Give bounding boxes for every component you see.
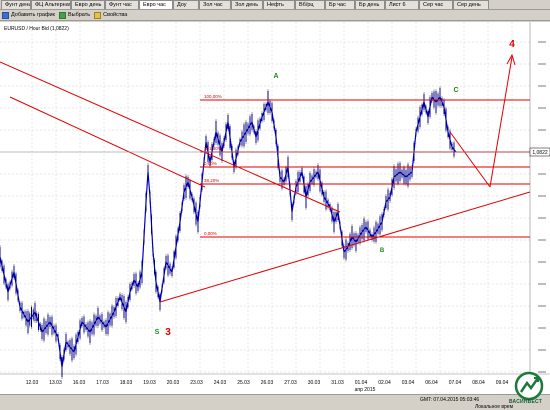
x-tick-label: 12.03 — [26, 380, 39, 386]
x-tick-label: 08.04 — [472, 380, 485, 386]
tab-6[interactable]: Доу — [173, 0, 199, 9]
properties-icon — [94, 11, 102, 19]
x-tick-label: 06.04 — [425, 380, 438, 386]
x-tick-label: 20.03 — [167, 380, 180, 386]
tab-9[interactable]: Нефть — [263, 0, 295, 9]
x-tick-label: 13.03 — [49, 380, 62, 386]
price-chart[interactable]: 12.03 13.03 16.03 17.03 18.03 19.03 20.03 23.03… — [0, 22, 550, 394]
properties-button[interactable]: Свойства — [94, 11, 127, 19]
fib-level-label: 0,00% — [204, 161, 217, 166]
x-tick-label: 31.03 — [331, 380, 344, 386]
fib-level-label: 100,00% — [204, 94, 222, 99]
x-tick-label: 17.03 — [96, 380, 109, 386]
x-tick-label: 16.03 — [73, 380, 86, 386]
tab-12[interactable]: Бр день — [355, 0, 385, 9]
x-tick-label: 27.03 — [284, 380, 297, 386]
wave-label: A — [273, 73, 278, 80]
x-tick-label: 23.03 — [190, 380, 203, 386]
gmt-time: GMT: 07.04.2015 05:03:46 — [420, 397, 480, 403]
logo-text: ВАСИНВЕСТ — [509, 399, 542, 405]
x-tick-label: 09.04 — [496, 380, 509, 386]
x-tick-label: 26.03 — [261, 380, 274, 386]
tab-2[interactable]: ФЦ Альтернатива — [31, 0, 71, 9]
select-button[interactable]: Выбрать — [58, 11, 90, 19]
tab-1[interactable]: Фунт день — [1, 0, 31, 9]
select-icon — [58, 11, 66, 19]
tab-8[interactable]: Зол день — [231, 0, 263, 9]
x-axis-sublabel: апр 2015 — [355, 387, 376, 393]
x-tick-label: 24.03 — [214, 380, 227, 386]
tab-7[interactable]: Зол час — [199, 0, 231, 9]
x-tick-label: 18.03 — [120, 380, 133, 386]
x-tick-label: 07.04 — [449, 380, 462, 386]
wave-label: 3 — [165, 327, 171, 338]
chart-header: EURUSD / Hour Bid (1,0822) — [4, 26, 69, 32]
x-tick-label: 30.03 — [308, 380, 321, 386]
x-tick-label: 01.04 — [355, 380, 368, 386]
add-chart-button[interactable]: Добавить график — [2, 11, 55, 19]
tab-bar: Фунт деньФЦ АльтернативаЕвро деньФунт ча… — [0, 0, 550, 10]
wave-label: S — [155, 329, 160, 336]
fib-level-label: 0,00% — [204, 231, 217, 236]
wave-label: B — [380, 248, 385, 254]
chart-svg: 12.03 13.03 16.03 17.03 18.03 19.03 20.03 23.03… — [0, 22, 550, 394]
local-time-label: Локальное врем — [475, 404, 514, 410]
tab-14[interactable]: Сер час — [419, 0, 453, 9]
tab-5[interactable]: Евро час — [139, 0, 173, 9]
wave-label: 4 — [509, 39, 515, 50]
x-tick-label: 25.03 — [237, 380, 250, 386]
tab-11[interactable]: Бр час — [325, 0, 355, 9]
x-tick-label: 02.04 — [378, 380, 391, 386]
tab-3[interactable]: Евро день — [71, 0, 105, 9]
add-chart-icon — [2, 11, 9, 19]
x-tick-label: 19.03 — [143, 380, 156, 386]
tab-4[interactable]: Фунт час — [105, 0, 139, 9]
tab-15[interactable]: Сер день — [453, 0, 489, 9]
x-tick-label: 03.04 — [402, 380, 415, 386]
tab-13[interactable]: Лист 6 — [385, 0, 419, 9]
fib-level-label: 161,80% — [204, 146, 222, 151]
current-price-label: 1,0822 — [532, 150, 548, 156]
tab-10[interactable]: Вб/рц — [295, 0, 325, 9]
status-bar: GMT: 07.04.2015 05:03:46 Локальное врем — [0, 394, 550, 410]
fib-level-label: 38,20% — [204, 178, 219, 183]
chart-toolbar: Добавить график Выбрать Свойства — [0, 10, 550, 21]
wave-label: C — [453, 87, 458, 94]
